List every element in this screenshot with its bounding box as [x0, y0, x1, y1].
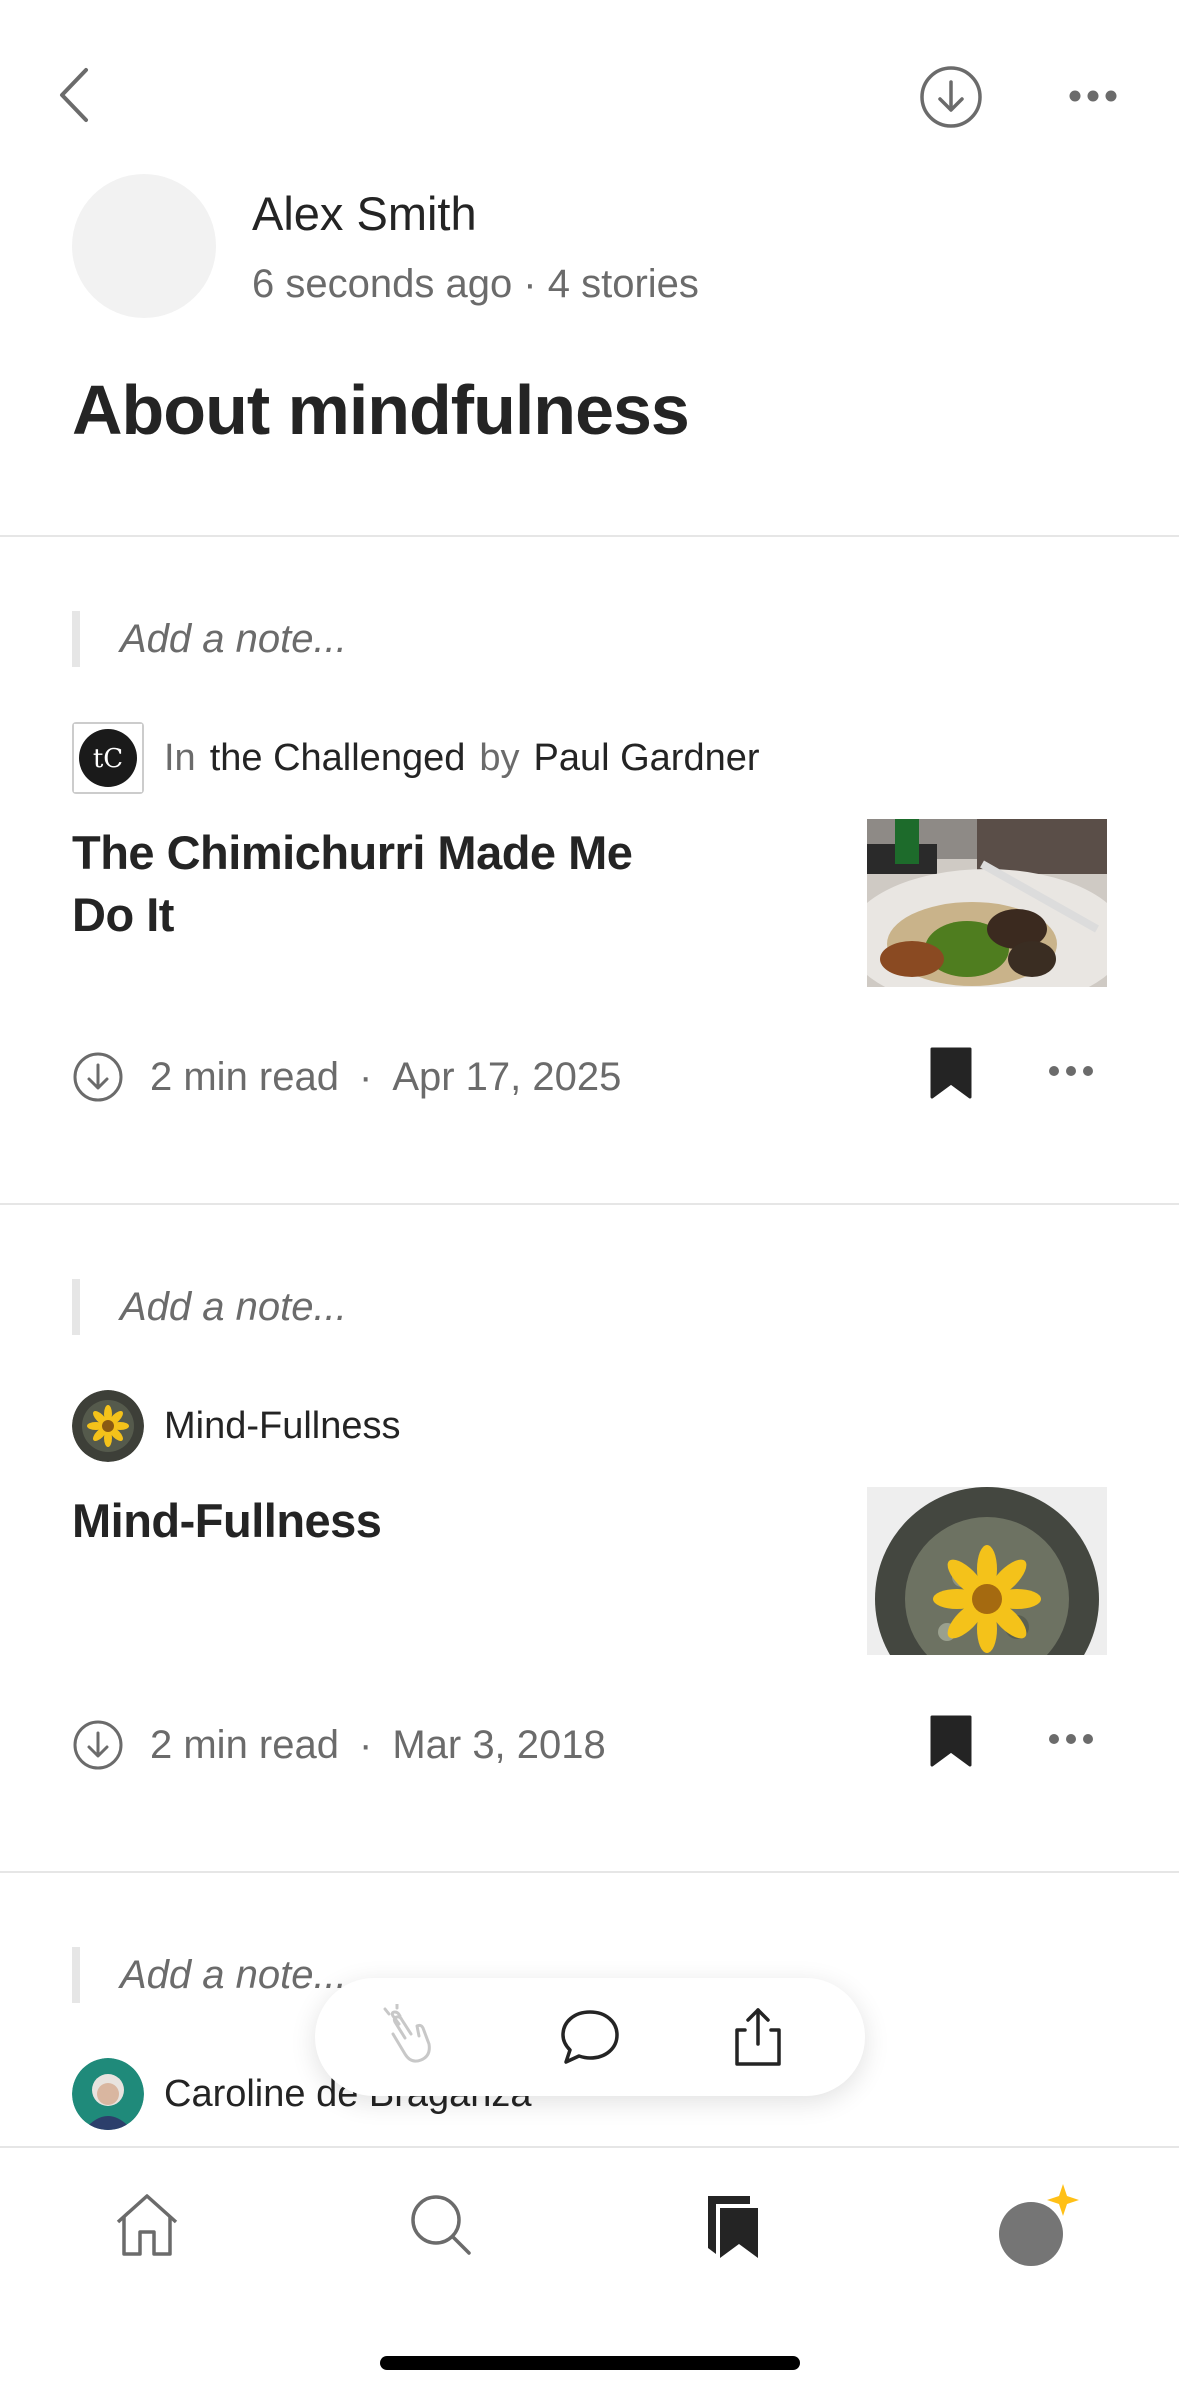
story-more-button[interactable]: [1046, 1055, 1096, 1087]
share-button[interactable]: [725, 2004, 791, 2070]
story-meta: 2 min read · Mar 3, 2018: [72, 1715, 606, 1775]
author-avatar[interactable]: [72, 174, 216, 318]
top-bar: [0, 0, 1179, 180]
list-page: Alex Smith 6 seconds ago · 4 stories Abo…: [0, 0, 1179, 2396]
story-more-button[interactable]: [1046, 1723, 1096, 1755]
story-thumbnail[interactable]: [867, 819, 1107, 987]
svg-text:tC: tC: [93, 744, 123, 774]
story-meta: 2 min read · Apr 17, 2025: [72, 1047, 621, 1107]
add-note-field[interactable]: Add a note...: [72, 1947, 347, 2003]
author-name[interactable]: Alex Smith: [252, 186, 477, 241]
story-card[interactable]: Add a note... tC In the Challenged by Pa…: [0, 537, 1179, 1205]
by-label: by: [479, 736, 520, 779]
back-button[interactable]: [50, 60, 100, 130]
download-icon: [920, 66, 982, 128]
floating-action-bar: [315, 1978, 865, 2096]
nav-library[interactable]: [698, 2190, 768, 2260]
publication-logo[interactable]: tC: [72, 722, 144, 794]
more-icon: [1049, 1734, 1093, 1744]
story-byline: Mind-Fullness: [72, 1390, 401, 1462]
story-card[interactable]: Add a note... Mind-Fullness Mind-Fullnes…: [0, 1205, 1179, 1873]
library-icon: [708, 2196, 758, 2258]
story-title[interactable]: Mind-Fullness: [72, 1490, 692, 1552]
separator-dot: ·: [358, 1054, 373, 1099]
download-icon[interactable]: [72, 1051, 124, 1103]
share-icon: [735, 2008, 781, 2066]
more-icon: [1069, 90, 1117, 102]
download-list-button[interactable]: [918, 64, 984, 130]
read-time: 2 min read: [150, 1054, 339, 1099]
clap-icon: [383, 2002, 431, 2063]
search-icon: [411, 2195, 471, 2255]
bookmark-button[interactable]: [928, 1045, 974, 1101]
comment-icon: [561, 2010, 619, 2064]
bookmark-button[interactable]: [928, 1713, 974, 1769]
publish-date: Apr 17, 2025: [392, 1054, 622, 1099]
more-icon: [1049, 1066, 1093, 1076]
nav-search[interactable]: [406, 2190, 476, 2260]
publication-logo[interactable]: [72, 1390, 144, 1462]
list-meta: 6 seconds ago · 4 stories: [252, 262, 699, 306]
publish-date: Mar 3, 2018: [392, 1722, 606, 1767]
add-note-field[interactable]: Add a note...: [72, 611, 347, 667]
add-note-field[interactable]: Add a note...: [72, 1279, 347, 1335]
bookmark-filled-icon: [930, 1715, 972, 1767]
publication-name[interactable]: Mind-Fullness: [164, 1405, 401, 1448]
home-icon: [116, 2194, 178, 2256]
profile-avatar: [999, 2184, 1079, 2266]
clap-button[interactable]: [375, 2002, 441, 2070]
home-indicator: [380, 2356, 800, 2370]
story-thumbnail[interactable]: [867, 1487, 1107, 1655]
nav-home[interactable]: [112, 2190, 182, 2260]
bookmark-filled-icon: [930, 1047, 972, 1099]
page-title: About mindfulness: [72, 371, 690, 449]
in-label: In: [164, 736, 196, 779]
author-avatar[interactable]: [72, 2058, 144, 2130]
story-byline: tC In the Challenged by Paul Gardner: [72, 722, 760, 794]
read-time: 2 min read: [150, 1722, 339, 1767]
comment-button[interactable]: [557, 2004, 623, 2070]
publication-name[interactable]: the Challenged: [210, 737, 466, 780]
separator-dot: ·: [358, 1722, 373, 1767]
author-link[interactable]: Paul Gardner: [534, 737, 760, 780]
nav-profile[interactable]: [995, 2182, 1087, 2274]
story-title[interactable]: The Chimichurri Made Me Do It: [72, 822, 692, 946]
download-icon[interactable]: [72, 1719, 124, 1771]
more-options-button[interactable]: [1066, 78, 1120, 114]
chevron-left-icon: [60, 68, 88, 122]
